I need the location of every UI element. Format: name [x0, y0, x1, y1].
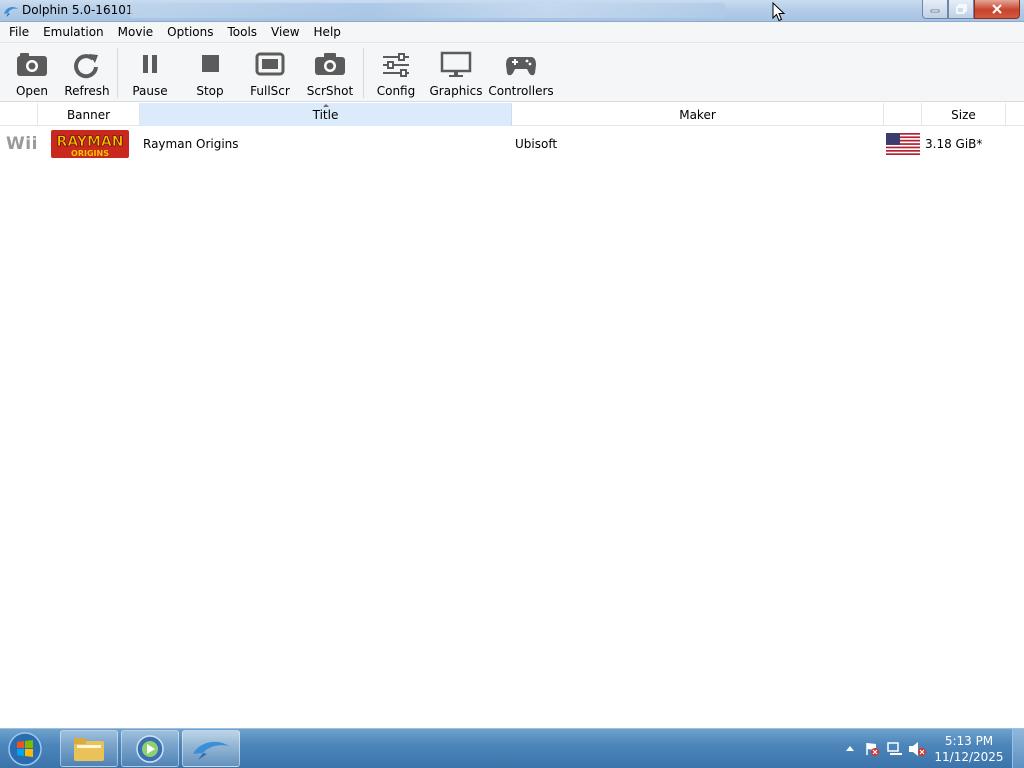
- sliders-icon: [383, 53, 409, 77]
- clock[interactable]: 5:13 PM 11/12/2025: [934, 733, 1004, 765]
- clock-date: 11/12/2025: [934, 750, 1004, 764]
- titlebar-blurred-area: [130, 3, 725, 18]
- column-title-label: Title: [312, 108, 339, 122]
- stop-icon: [202, 55, 219, 72]
- column-title-header[interactable]: Title: [140, 103, 512, 126]
- refresh-button[interactable]: Refresh: [64, 43, 110, 102]
- explorer-icon: [74, 737, 104, 761]
- column-maker-header[interactable]: Maker: [512, 103, 884, 126]
- us-flag-icon: [886, 133, 920, 155]
- graphics-label: Graphics: [429, 84, 483, 98]
- game-title: Rayman Origins: [143, 137, 239, 151]
- fullscreen-icon: [255, 52, 285, 76]
- menu-options[interactable]: Options: [160, 22, 220, 43]
- menu-help[interactable]: Help: [307, 22, 348, 43]
- menu-bar: File Emulation Movie Options Tools View …: [0, 22, 1024, 43]
- stop-label: Stop: [196, 84, 224, 98]
- minimize-button[interactable]: [922, 0, 948, 19]
- column-banner-header[interactable]: Banner: [38, 103, 140, 126]
- game-list-header: Banner Title Maker Size: [0, 103, 1024, 126]
- toolbar-separator: [363, 48, 364, 98]
- taskbar: 5:13 PM 11/12/2025: [0, 728, 1024, 768]
- graphics-button[interactable]: Graphics: [429, 43, 483, 102]
- config-button[interactable]: Config: [373, 43, 419, 102]
- show-desktop-button[interactable]: [1012, 729, 1024, 768]
- maximize-button[interactable]: [948, 0, 974, 19]
- menu-tools[interactable]: Tools: [220, 22, 264, 43]
- pause-icon: [143, 55, 157, 73]
- taskbar-explorer[interactable]: [60, 730, 118, 767]
- game-size: 3.18 GiB*: [925, 137, 983, 151]
- column-platform-header[interactable]: [0, 103, 38, 126]
- system-tray: 5:13 PM 11/12/2025: [834, 729, 1024, 768]
- table-row[interactable]: Wii RAYMAN ORIGINS Rayman Origins Ubisof…: [0, 127, 1024, 161]
- restore-icon: [955, 4, 967, 14]
- config-label: Config: [376, 84, 416, 98]
- dolphin-icon: [4, 6, 18, 17]
- close-icon: [992, 4, 1002, 14]
- open-button[interactable]: Open: [12, 43, 52, 102]
- platform-label: Wii: [6, 134, 38, 154]
- game-maker: Ubisoft: [515, 137, 558, 151]
- pause-button[interactable]: Pause: [127, 43, 173, 102]
- window-controls: [922, 0, 1020, 19]
- media-player-icon: [136, 734, 164, 763]
- camera-icon: [315, 53, 345, 75]
- menu-movie[interactable]: Movie: [111, 22, 161, 43]
- controllers-label: Controllers: [488, 84, 554, 98]
- stop-button[interactable]: Stop: [188, 43, 232, 102]
- menu-file[interactable]: File: [2, 22, 36, 43]
- banner-logo-text: RAYMAN: [57, 134, 124, 150]
- menu-view[interactable]: View: [264, 22, 306, 43]
- fullscreen-label: FullScr: [250, 84, 290, 98]
- window-titlebar[interactable]: Dolphin 5.0-16101: [0, 0, 1024, 22]
- volume-muted-icon[interactable]: [908, 741, 926, 757]
- clock-time: 5:13 PM: [944, 734, 994, 748]
- column-region-header[interactable]: [884, 103, 922, 126]
- open-label: Open: [15, 84, 49, 98]
- screenshot-button[interactable]: ScrShot: [306, 43, 354, 102]
- monitor-icon: [440, 51, 472, 77]
- gamepad-icon: [506, 57, 536, 76]
- open-icon: [17, 53, 47, 76]
- banner-logo-subtext: ORIGINS: [71, 149, 109, 158]
- sort-ascending-icon: [322, 104, 329, 107]
- fullscreen-button[interactable]: FullScr: [247, 43, 293, 102]
- controllers-button[interactable]: Controllers: [488, 43, 554, 102]
- network-icon[interactable]: [886, 741, 902, 757]
- menu-emulation[interactable]: Emulation: [36, 22, 111, 43]
- game-banner-image: RAYMAN ORIGINS: [51, 130, 129, 158]
- column-size-header[interactable]: Size: [922, 103, 1006, 126]
- start-button[interactable]: [4, 731, 46, 767]
- taskbar-dolphin[interactable]: [182, 730, 240, 767]
- minimize-icon: [930, 9, 940, 13]
- window-title: Dolphin 5.0-16101: [22, 3, 134, 17]
- refresh-icon: [74, 54, 98, 79]
- close-button[interactable]: [974, 0, 1020, 19]
- refresh-label: Refresh: [64, 84, 110, 98]
- toolbar-separator: [117, 48, 118, 98]
- screenshot-label: ScrShot: [306, 84, 354, 98]
- mouse-cursor-icon: [772, 2, 786, 22]
- action-center-icon[interactable]: [864, 741, 880, 757]
- pause-label: Pause: [132, 84, 168, 98]
- toolbar: Open Refresh Pause Stop FullScr ScrShot …: [0, 43, 1024, 102]
- dolphin-icon: [193, 741, 229, 760]
- show-hidden-icons-icon[interactable]: [846, 745, 854, 751]
- taskbar-media-player[interactable]: [121, 730, 179, 767]
